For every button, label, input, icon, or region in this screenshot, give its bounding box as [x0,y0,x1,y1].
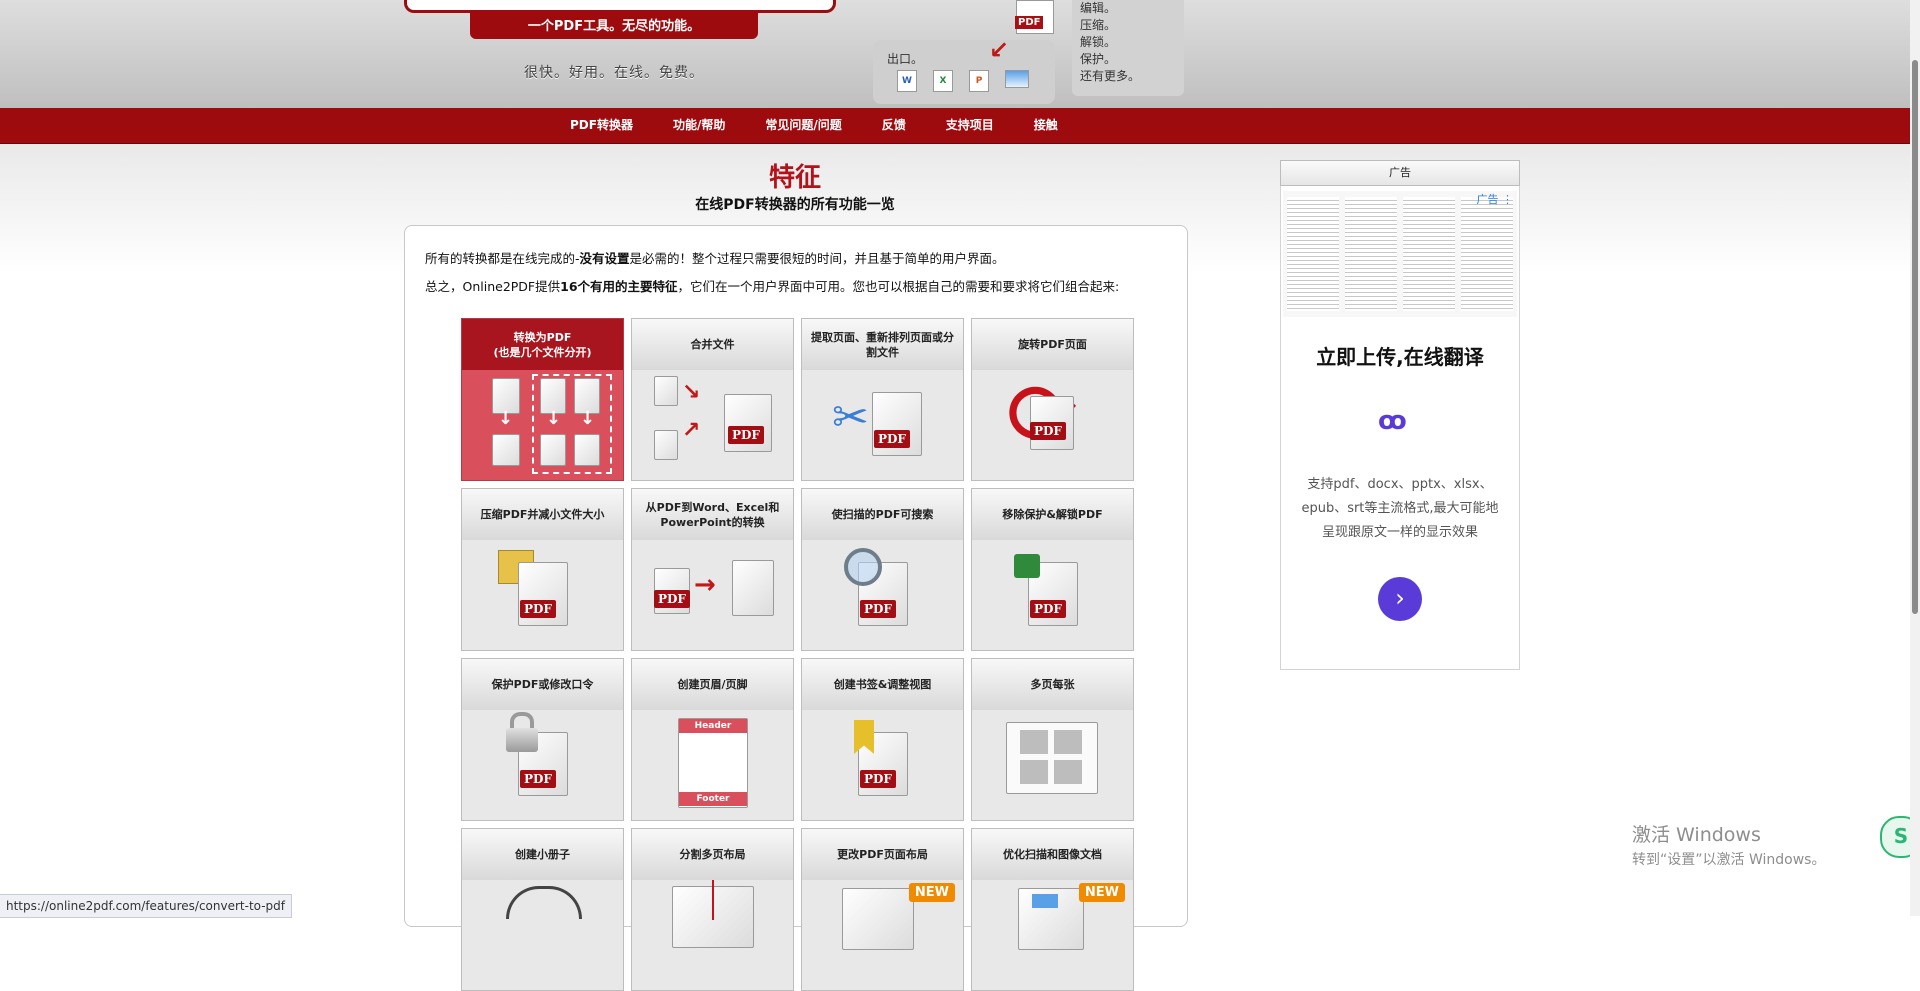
image-icon [1005,70,1029,88]
side-feature-item: 压缩。 [1080,18,1117,32]
feature-tile-label: 从PDF到Word、Excel和PowerPoint的转换 [632,489,793,540]
feature-tile-label: 保护PDF或修改口令 [462,659,623,710]
new-badge: NEW [908,883,955,902]
rotate-icon: ⟳ PDF [972,370,1133,480]
feature-tile-label: 更改PDF页面布局 [802,829,963,880]
feature-tile-label: 移除保护&解锁PDF [972,489,1133,540]
chevron-right-icon[interactable]: › [1378,577,1422,621]
intro-text: 是必需的！整个过程只需要很短的时间，并且基于简单的用户界面。 [629,251,1005,266]
intro-text: 所有的转换都是在线完成的- [425,251,580,266]
site-header: 一个PDF工具。无尽的功能。 很快。好用。在线。免费。 出口。 ↙ W X P … [0,0,1920,108]
powerpoint-doc-icon: P [969,70,989,92]
magnifier-icon: PDF [802,540,963,650]
ad-info-icon[interactable]: 广告 ⋮ [1477,191,1514,207]
feature-tile-booklet[interactable]: 创建小册子 [461,828,624,991]
feature-tile-label: 提取页面、重新排列页面或分割文件 [802,319,963,370]
ad-label: 广告 [1280,160,1520,186]
ad-title[interactable]: 立即上传,在线翻译 [1281,341,1519,370]
feature-tile-compress[interactable]: 压缩PDF并减小文件大小 PDF [461,488,624,651]
side-feature-item: 解锁。 [1080,35,1117,49]
intro-text: 总之，Online2PDF提供 [425,279,561,294]
feature-tile-label: 合并文件 [632,319,793,370]
link-icon: ꝏ [1378,406,1407,436]
excel-doc-icon: X [933,70,953,92]
feature-tile-split-layout[interactable]: 分割多页布局 [631,828,794,991]
activation-title: 激活 Windows [1632,824,1761,846]
intro-emphasis: 16个有用的主要特征 [560,279,678,294]
intro-line-1: 所有的转换都是在线完成的-没有设置是必需的！整个过程只需要很短的时间，并且基于简… [425,248,1005,267]
padlock-icon: PDF [462,710,623,820]
pdf-file-icon: PDF [1015,0,1054,34]
word-doc-icon: W [897,70,917,92]
features-side-list: 编辑。 压缩。 解锁。 保护。 还有更多。 [1072,0,1184,96]
slogan: 很快。好用。在线。免费。 [524,65,704,81]
feature-tile-extract-split[interactable]: 提取页面、重新排列页面或分割文件 ✂ PDF [801,318,964,481]
intro-text: ，它们在一个用户界面中可用。您也可以根据自己的需要和要求将它们组合起来: [677,279,1120,294]
nav-faq[interactable]: 常见问题/问题 [745,108,861,143]
feature-tile-label: 优化扫描和图像文档 [972,829,1133,880]
new-badge: NEW [1078,883,1125,902]
feature-tile-page-layout[interactable]: 更改PDF页面布局 NEW [801,828,964,991]
pdf-label: PDF [1015,16,1044,29]
nav-support-project[interactable]: 支持项目 [926,108,1014,143]
split-layout-icon [632,880,793,990]
windows-activation-watermark: 激活 Windows 转到“设置”以激活 Windows。 [1632,820,1825,869]
logo-banner: 一个PDF工具。无尽的功能。 [470,10,758,39]
ad-description: 支持pdf、docx、pptx、xlsx、epub、srt等主流格式,最大可能地… [1301,477,1499,540]
feature-tile-unlock[interactable]: 移除保护&解锁PDF PDF [971,488,1134,651]
nav-pdf-converter[interactable]: PDF转换器 [550,108,653,143]
export-label: 出口。 [887,52,924,66]
vertical-scrollbar[interactable] [1910,0,1920,916]
export-panel: 出口。 ↙ W X P [873,36,1055,104]
status-bar-url: https://online2pdf.com/features/convert-… [0,894,292,918]
compress-icon: PDF [462,540,623,650]
scrollbar-thumb[interactable] [1912,60,1918,614]
pdf-to-office-icon: PDF → [632,540,793,650]
feature-tile-label: 转换为PDF (也是几个文件分开) [462,319,623,370]
nav-features-help[interactable]: 功能/帮助 [653,108,745,143]
feature-tile-header-footer[interactable]: 创建页眉/页脚 Header Footer [631,658,794,821]
page-title: 特征 [768,163,821,193]
nav-contact[interactable]: 接触 [1014,108,1078,143]
feature-tile-label: 压缩PDF并减小文件大小 [462,489,623,540]
feature-tile-pdf-to-office[interactable]: 从PDF到Word、Excel和PowerPoint的转换 PDF → [631,488,794,651]
feature-tile-label: 使扫描的PDF可搜索 [802,489,963,540]
bookmark-icon: PDF [802,710,963,820]
feature-tile-label: 创建书签&调整视图 [802,659,963,710]
feature-tile-rotate[interactable]: 旋转PDF页面 ⟳ PDF [971,318,1134,481]
advertisement[interactable]: 广告 ⋮ 立即上传,在线翻译 ꝏ 支持pdf、docx、pptx、xlsx、ep… [1280,160,1520,670]
header-footer-icon: Header Footer [632,710,793,820]
main-nav: PDF转换器 功能/帮助 常见问题/问题 反馈 支持项目 接触 [0,108,1910,144]
booklet-icon [462,880,623,990]
features-panel: 所有的转换都是在线完成的-没有设置是必需的！整个过程只需要很短的时间，并且基于简… [404,225,1188,991]
convert-to-pdf-icon: ↓ ↓ ↓ [462,370,623,480]
side-feature-item: 还有更多。 [1080,69,1141,83]
feature-tile-label: 创建小册子 [462,829,623,880]
feature-tile-label: 多页每张 [972,659,1133,710]
scissors-icon: ✂ PDF [802,370,963,480]
ad-document-thumbnail [1283,191,1517,317]
feature-tile-optimize-scan[interactable]: 优化扫描和图像文档 NEW [971,828,1134,991]
side-feature-item: 保护。 [1080,52,1117,66]
nav-items: PDF转换器 功能/帮助 常见问题/问题 反馈 支持项目 接触 [550,108,1078,143]
unlock-icon: PDF [972,540,1133,650]
feature-tile-bookmarks[interactable]: 创建书签&调整视图 PDF [801,658,964,821]
feature-tile-label: 旋转PDF页面 [972,319,1133,370]
feature-tile-searchable[interactable]: 使扫描的PDF可搜索 PDF [801,488,964,651]
side-feature-item: 编辑。 [1080,1,1117,15]
intro-line-2: 总之，Online2PDF提供16个有用的主要特征，它们在一个用户界面中可用。您… [425,276,1119,295]
multi-page-icon [972,710,1133,820]
feature-tile-merge[interactable]: 合并文件 ↘ ↗ PDF [631,318,794,481]
feature-tile-multi-page[interactable]: 多页每张 [971,658,1134,821]
merge-files-icon: ↘ ↗ PDF [632,370,793,480]
activation-subtitle: 转到“设置”以激活 Windows。 [1632,852,1826,868]
feature-tile-protect[interactable]: 保护PDF或修改口令 PDF [461,658,624,821]
arrow-down-left-icon: ↙ [989,36,1010,64]
feature-tile-label: 分割多页布局 [632,829,793,880]
feature-tile-convert-to-pdf[interactable]: 转换为PDF (也是几个文件分开) ↓ ↓ ↓ [461,318,624,481]
nav-feedback[interactable]: 反馈 [862,108,926,143]
intro-emphasis: 没有设置 [579,251,630,266]
feature-tile-label: 创建页眉/页脚 [632,659,793,710]
page-subtitle: 在线PDF转换器的所有功能一览 [695,197,895,213]
